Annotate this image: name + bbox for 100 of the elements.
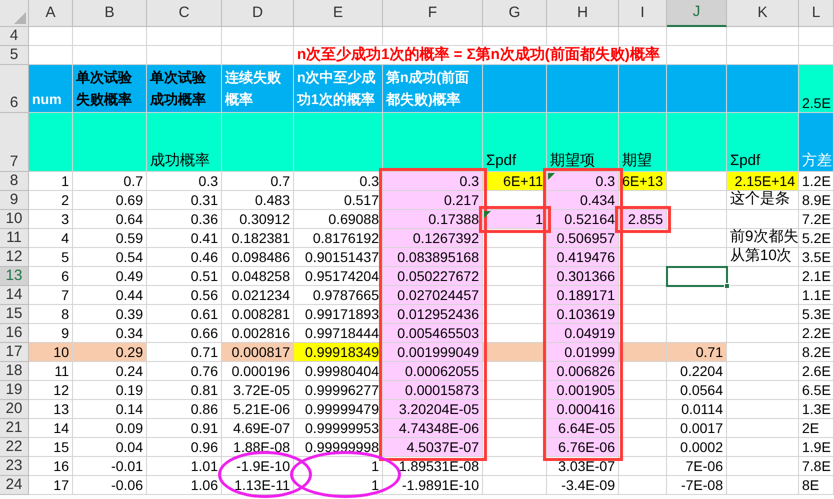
column-header[interactable]: F: [383, 0, 483, 27]
table-cell: 0.01999: [547, 343, 619, 362]
table-cell: 7.8E: [799, 457, 834, 476]
table-cell: 2: [29, 191, 73, 210]
table-cell: 0.17388: [383, 210, 483, 229]
table-cell: 0.69: [73, 191, 147, 210]
table-cell: 0.36: [147, 210, 222, 229]
row-header[interactable]: 18: [0, 362, 29, 381]
table-cell: 5.2E: [799, 229, 834, 248]
column-header[interactable]: B: [73, 0, 147, 27]
table-cell: 3.72E-05: [222, 381, 294, 400]
column-heading: num: [29, 65, 73, 113]
table-cell: 0.56: [147, 286, 222, 305]
row-header[interactable]: 22: [0, 438, 29, 457]
row-header[interactable]: 9: [0, 191, 29, 210]
table-cell: 16: [29, 457, 73, 476]
table-cell: 0.000196: [222, 362, 294, 381]
column-header[interactable]: K: [727, 0, 799, 27]
table-cell: 0.012952436: [383, 305, 483, 324]
table-cell: 8E: [799, 476, 834, 495]
row-header[interactable]: 14: [0, 286, 29, 305]
table-cell: 0.24: [73, 362, 147, 381]
table-cell: 2.855: [619, 210, 667, 229]
table-cell: 0.419476: [547, 248, 619, 267]
table-cell: 8.2E: [799, 343, 834, 362]
table-cell: 0.52164: [547, 210, 619, 229]
column-header[interactable]: H: [547, 0, 619, 27]
column-header[interactable]: D: [222, 0, 294, 27]
table-cell: 0.434: [547, 191, 619, 210]
table-cell: 1.13E-11: [222, 476, 294, 495]
table-cell: 5.21E-06: [222, 400, 294, 419]
table-cell: 12: [29, 381, 73, 400]
column-heading: 连续失败概率: [222, 65, 294, 113]
row-header[interactable]: 13: [0, 267, 29, 286]
table-cell: 5: [29, 248, 73, 267]
table-cell: 成功概率: [147, 113, 222, 172]
row-header[interactable]: 23: [0, 457, 29, 476]
column-header[interactable]: A: [29, 0, 73, 27]
table-cell: -1.9E-10: [222, 457, 294, 476]
table-cell: 0.31: [147, 191, 222, 210]
row-header[interactable]: 17: [0, 343, 29, 362]
column-header[interactable]: C: [147, 0, 222, 27]
table-cell: 8: [29, 305, 73, 324]
row-header[interactable]: 10: [0, 210, 29, 229]
column-header[interactable]: G: [483, 0, 547, 27]
row-header[interactable]: 24: [0, 476, 29, 495]
table-cell: 0.083895168: [383, 248, 483, 267]
table-cell: 方差: [799, 113, 834, 172]
table-cell: 0.44: [73, 286, 147, 305]
table-cell: 0.0564: [667, 381, 727, 400]
table-cell: 0.1267392: [383, 229, 483, 248]
table-cell: 0.86: [147, 400, 222, 419]
table-cell: 4.69E-07: [222, 419, 294, 438]
table-cell: 5.3E: [799, 305, 834, 324]
row-header[interactable]: 8: [0, 172, 29, 191]
column-header[interactable]: J: [667, 0, 727, 27]
table-cell: 0.04919: [547, 324, 619, 343]
table-cell: 期望项: [547, 113, 619, 172]
table-cell: 7E-06: [667, 457, 727, 476]
table-cell: -3.4E-09: [547, 476, 619, 495]
table-cell: -0.01: [73, 457, 147, 476]
table-cell: 0.000416: [547, 400, 619, 419]
table-cell: 0.027024457: [383, 286, 483, 305]
row-header[interactable]: 16: [0, 324, 29, 343]
table-cell: 0.7: [73, 172, 147, 191]
column-heading: 单次试验失败概率: [73, 65, 147, 113]
row-header[interactable]: 11: [0, 229, 29, 248]
column-heading: 单次试验成功概率: [147, 65, 222, 113]
table-cell: 2.2E: [799, 324, 834, 343]
table-cell: -1.9891E-10: [383, 476, 483, 495]
table-cell: 0.506957: [547, 229, 619, 248]
table-cell: 0.14: [73, 400, 147, 419]
row-header[interactable]: 20: [0, 400, 29, 419]
row-header[interactable]: 19: [0, 381, 29, 400]
row-header[interactable]: 4: [0, 27, 29, 46]
table-cell: 0.29: [73, 343, 147, 362]
table-cell: 1.06: [147, 476, 222, 495]
column-header[interactable]: L: [799, 0, 834, 27]
table-cell: 0.66: [147, 324, 222, 343]
table-cell: 0.301366: [547, 267, 619, 286]
table-cell: 4.5037E-07: [383, 438, 483, 457]
table-cell: 1.1E: [799, 286, 834, 305]
table-cell: 0.483: [222, 191, 294, 210]
row-header[interactable]: 21: [0, 419, 29, 438]
table-cell: Σpdf: [483, 113, 547, 172]
table-cell: 这个是条: [727, 191, 799, 210]
table-cell: 10: [29, 343, 73, 362]
table-cell: 0.09: [73, 419, 147, 438]
table-cell: 0.71: [667, 343, 727, 362]
table-cell: 0.189171: [547, 286, 619, 305]
table-cell: 0.3: [383, 172, 483, 191]
column-header[interactable]: E: [294, 0, 383, 27]
column-header[interactable]: I: [619, 0, 667, 27]
row-header[interactable]: 15: [0, 305, 29, 324]
row-header[interactable]: 5: [0, 46, 29, 65]
table-cell: 6.5E: [799, 381, 834, 400]
table-cell: 3: [29, 210, 73, 229]
row-header[interactable]: 7: [0, 113, 29, 172]
row-header[interactable]: 12: [0, 248, 29, 267]
row-header[interactable]: 6: [0, 65, 29, 113]
